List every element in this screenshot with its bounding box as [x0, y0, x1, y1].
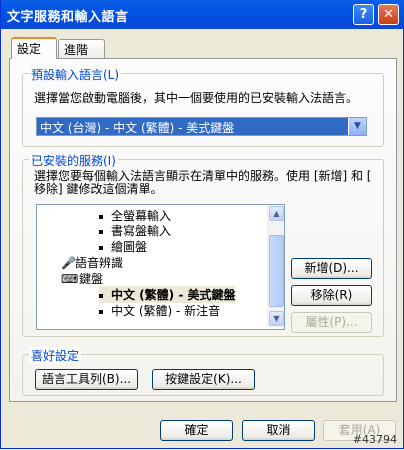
microphone-icon: 🎤	[61, 256, 76, 270]
remove-button[interactable]: 移除(R)	[291, 285, 372, 306]
default-language-value: 中文 (台灣) - 中文 (繁體) - 美式鍵盤	[40, 121, 235, 135]
scroll-down-icon[interactable]: ▼	[269, 311, 284, 326]
list-item[interactable]: 繪圖盤	[99, 238, 147, 255]
tab-advanced[interactable]: 進階	[58, 39, 105, 59]
window-title: 文字服務和輸入語言	[7, 10, 129, 25]
title-bar[interactable]: 文字服務和輸入語言 ? ✕	[1, 0, 404, 29]
services-tree[interactable]: 全螢幕輸入 書寫盤輸入 繪圖盤 🎤語音辨識 ⌨鍵盤 中文 (繁體) - 美式鍵盤…	[36, 204, 285, 330]
add-button[interactable]: 新增(D)...	[291, 258, 372, 279]
properties-button[interactable]: 屬性(P)...	[291, 312, 372, 333]
key-settings-button[interactable]: 按鍵設定(K)...	[152, 369, 255, 390]
preferences-legend: 喜好設定	[29, 347, 82, 364]
help-button[interactable]: ?	[353, 4, 374, 25]
list-item[interactable]: ⌨鍵盤	[61, 270, 103, 287]
keyboard-icon: ⌨	[61, 272, 79, 286]
cancel-button[interactable]: 取消	[242, 420, 315, 441]
list-item[interactable]: 中文 (繁體) - 新注音	[99, 302, 220, 319]
dialog-window: 文字服務和輸入語言 ? ✕ 設定 進階 預設輸入語言(L) 選擇當您啟動電腦後，…	[0, 0, 404, 449]
default-language-description: 選擇當您啟動電腦後，其中一個要使用的已安裝輸入法語言。	[34, 91, 359, 105]
watermark-label: #43794	[352, 433, 397, 446]
list-item[interactable]: 🎤語音辨識	[61, 254, 123, 271]
language-bar-button[interactable]: 語言工具列(B)...	[35, 369, 138, 390]
default-language-select[interactable]: 中文 (台灣) - 中文 (繁體) - 美式鍵盤 ▼	[36, 117, 367, 136]
list-item-selected[interactable]: 中文 (繁體) - 美式鍵盤	[99, 286, 236, 303]
scroll-thumb[interactable]	[269, 235, 284, 307]
default-language-legend: 預設輸入語言(L)	[29, 66, 122, 83]
ok-button[interactable]: 確定	[160, 420, 233, 441]
close-button[interactable]: ✕	[378, 4, 399, 25]
list-item[interactable]: 書寫盤輸入	[99, 222, 171, 239]
scroll-up-icon[interactable]: ▲	[269, 206, 284, 221]
chevron-down-icon[interactable]: ▼	[348, 118, 366, 135]
list-scrollbar[interactable]: ▲ ▼	[267, 205, 284, 327]
tab-settings[interactable]: 設定	[11, 37, 57, 59]
installed-description-line2: 移除] 鍵修改這個清單。	[34, 182, 163, 196]
